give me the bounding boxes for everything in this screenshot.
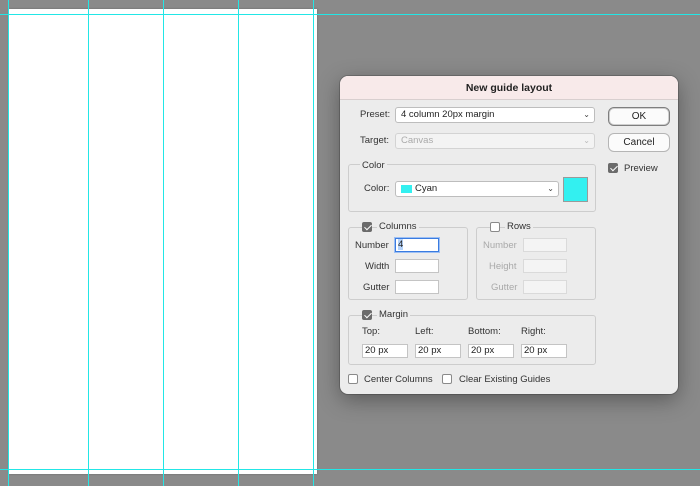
margin-legend: Margin [377,309,411,320]
columns-width-label: Width [365,261,390,272]
clear-guides-label: Clear Existing Guides [459,374,551,385]
rows-gutter-input[interactable] [523,280,567,294]
rows-legend: Rows [505,221,533,232]
margin-bottom-label: Bottom: [468,326,501,337]
rows-height-label: Height [489,261,517,272]
margin-bottom-input[interactable]: 20 px [468,344,514,358]
rows-number-label: Number [483,240,517,251]
guide-vertical [313,0,314,486]
clear-guides-checkbox[interactable] [442,374,452,384]
columns-gutter-input[interactable] [395,280,439,294]
guide-horizontal [0,469,700,470]
color-group-legend: Color [360,160,387,171]
preview-checkbox[interactable] [608,163,618,173]
margin-left-label: Left: [415,326,434,337]
columns-gutter-label: Gutter [363,282,390,293]
rows-checkbox[interactable] [490,222,500,232]
preview-label: Preview [624,163,658,174]
ok-button[interactable]: OK [608,107,670,126]
margin-top-label: Top: [362,326,380,337]
rows-height-input[interactable] [523,259,567,273]
margin-top-input[interactable]: 20 px [362,344,408,358]
color-value: Cyan [415,183,438,194]
new-guide-layout-dialog: New guide layout Preset: 4 column 20px m… [340,76,678,394]
dialog-title: New guide layout [340,76,678,100]
columns-width-input[interactable] [395,259,439,273]
center-columns-label: Center Columns [364,374,433,385]
chevron-down-icon: ⌄ [583,136,590,145]
rows-gutter-label: Gutter [491,282,518,293]
guide-vertical [238,0,239,486]
target-value: Canvas [401,135,434,146]
chevron-down-icon: ⌄ [547,184,554,193]
guide-vertical [88,0,89,486]
preset-value: 4 column 20px margin [401,109,495,120]
target-label: Target: [360,135,390,146]
columns-legend: Columns [377,221,419,232]
columns-checkbox[interactable] [362,222,372,232]
preset-label: Preset: [360,109,391,120]
color-swatch-small [401,185,412,193]
color-swatch[interactable] [563,177,588,202]
columns-number-label: Number [355,240,389,251]
margin-left-input[interactable]: 20 px [415,344,461,358]
cancel-button[interactable]: Cancel [608,133,670,152]
preset-select[interactable]: 4 column 20px margin ⌄ [395,107,595,123]
chevron-down-icon: ⌄ [583,110,590,119]
guide-vertical [8,0,9,486]
target-select[interactable]: Canvas ⌄ [395,133,595,149]
color-label: Color: [364,183,390,194]
center-columns-checkbox[interactable] [348,374,358,384]
margin-right-input[interactable]: 20 px [521,344,567,358]
guide-vertical [163,0,164,486]
guide-horizontal [0,14,700,15]
rows-number-input[interactable] [523,238,567,252]
margin-checkbox[interactable] [362,310,372,320]
margin-right-label: Right: [521,326,546,337]
columns-number-input[interactable]: 4 [395,238,439,252]
color-select[interactable]: Cyan ⌄ [395,181,559,197]
